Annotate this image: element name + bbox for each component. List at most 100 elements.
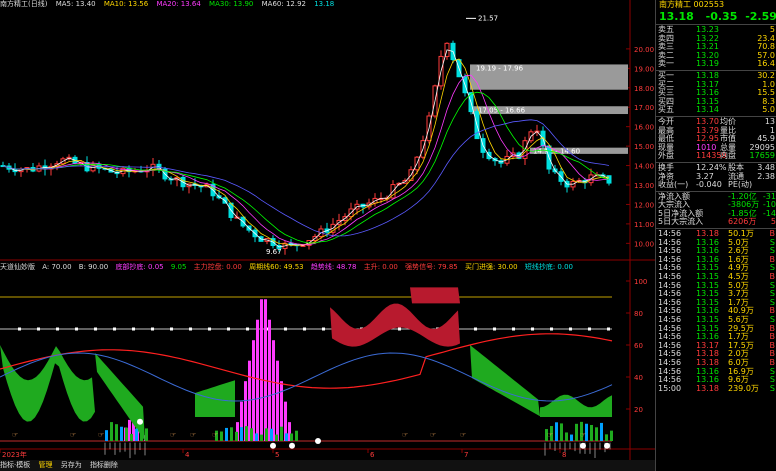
- ind-b: B: 90.00: [78, 263, 109, 271]
- signal-bar: [285, 433, 288, 441]
- ind-tick-label: 40: [634, 374, 643, 382]
- y-tick-label: 19.00: [634, 65, 654, 73]
- box-label-1: 19.19 - 17.96: [476, 64, 524, 72]
- stock-title: 南方精工 002553: [659, 0, 725, 9]
- y-tick-label: 12.00: [634, 201, 654, 209]
- stats-row: 外盘 114359 内盘 17659: [656, 152, 776, 161]
- hand-icon: ☞: [580, 431, 586, 439]
- signal-bar: [140, 432, 143, 441]
- signal-bar: [280, 426, 283, 441]
- ind-i7: 强势信号: 79.85: [405, 263, 458, 271]
- level-dot: [56, 327, 59, 331]
- y-tick-label: 17.00: [634, 104, 654, 112]
- tick-direction: S: [769, 383, 775, 393]
- kline-chart-area[interactable]: 20.00 19.00 18.00 17.00 16.00 15.00 14.00 13.00…: [0, 0, 655, 471]
- level-dot: [208, 327, 211, 331]
- bid-book: 买一 13.18 30.2 买二 13.17 1.0 买三 13.16 15.5 买四 13.15 8…: [656, 71, 776, 115]
- level-dot: [151, 327, 154, 331]
- pink-bar: [276, 360, 279, 441]
- ma60-legend: MA60: 12.92: [261, 0, 306, 8]
- signal-marker: [137, 418, 143, 425]
- tab-indicator-template[interactable]: 指标·模板: [0, 461, 30, 469]
- tab-save-as[interactable]: 另存为: [61, 461, 82, 469]
- signal-bar: [105, 430, 108, 441]
- red-band: [410, 287, 460, 304]
- ask-label: 卖一: [658, 59, 674, 69]
- level-dot: [607, 327, 610, 331]
- hand-icon: ☞: [460, 431, 466, 439]
- stat-value-2: 2.38: [757, 171, 775, 181]
- tick-list[interactable]: 14:56 13.18 50.1万 B 14:56 13.16 5.0万 S 14:56 13.1…: [656, 229, 776, 393]
- signal-bar: [255, 433, 258, 441]
- signal-bar: [240, 427, 243, 441]
- hand-icon: ☞: [402, 431, 408, 439]
- x-axis-label: 7: [464, 451, 468, 459]
- price-change: -0.35: [705, 10, 738, 23]
- tab-manage[interactable]: 管理: [38, 461, 52, 469]
- y-tick-label: 18.00: [634, 85, 654, 93]
- chart-title: 南方精工(日线): [0, 0, 48, 8]
- signal-bar: [120, 426, 123, 441]
- level-dot: [322, 327, 325, 331]
- pink-bar: [272, 340, 275, 441]
- signal-bar: [610, 430, 613, 441]
- price-change-pct: -2.59%: [745, 10, 776, 23]
- pink-bar: [260, 299, 263, 441]
- level-dot: [550, 327, 553, 331]
- stat-label: 收益(一): [658, 180, 689, 190]
- signal-bar: [110, 422, 113, 441]
- hand-icon: ☞: [170, 431, 176, 439]
- level-dot: [170, 327, 173, 331]
- ind-i1: 底部抄底: 0.05: [115, 263, 164, 271]
- ask-volume: 16.4: [757, 59, 775, 69]
- ma30-legend: MA30: 13.90: [209, 0, 254, 8]
- hand-icon: ☞: [430, 431, 436, 439]
- tab-delete-indicator[interactable]: 指标删除: [90, 461, 118, 469]
- signal-bar: [560, 423, 563, 441]
- stat-label-2: PE(动): [728, 180, 753, 190]
- level-dot: [493, 327, 496, 331]
- signal-bar: [135, 428, 138, 441]
- hand-icon: ☞: [190, 431, 196, 439]
- stat-value: -0.040: [696, 180, 722, 190]
- y-tick-label: 11.00: [634, 221, 654, 229]
- tick-price: 13.18: [696, 383, 719, 393]
- ma10-legend: MA10: 13.56: [103, 0, 149, 8]
- signal-bar: [230, 427, 233, 441]
- bottom-toolbar: 指标·模板 管理 另存为 指标删除: [0, 460, 655, 471]
- x-axis-label: 4: [185, 451, 190, 459]
- ind-tick-label: 20: [634, 406, 643, 414]
- level-dot: [246, 327, 249, 331]
- main-legend: 南方精工(日线) MA5: 13.40 MA10: 13.56 MA20: 13…: [0, 0, 340, 9]
- stat-value-2: 17659: [749, 151, 775, 161]
- indicator-legend: 天道仙妙版 A: 70.00 B: 90.00 底部抄底: 0.05 9.05 …: [0, 263, 578, 272]
- signal-bar: [290, 433, 293, 441]
- signal-bar: [270, 428, 273, 441]
- signal-bar: [125, 427, 128, 441]
- level-dot: [512, 327, 515, 331]
- price-header: 13.18 -0.35 -2.59%: [656, 10, 776, 23]
- price-chart[interactable]: 20.00 19.00 18.00 17.00 16.00 15.00 14.00 13.00…: [0, 0, 655, 460]
- signal-bar: [605, 434, 608, 441]
- signal-bar: [570, 434, 573, 441]
- stats2-row: 收益(一) -0.040 PE(动): [656, 180, 776, 190]
- y-tick-label: 20.00: [634, 46, 654, 54]
- quote-panel: 南方精工 002553 13.18 -0.35 -2.59% 卖五13.235卖…: [655, 0, 776, 471]
- ind-i8: 买门进强: 30.00: [464, 263, 518, 271]
- level-dot: [132, 327, 135, 331]
- pink-bar: [264, 299, 267, 441]
- level-dot: [37, 327, 40, 331]
- ind-tick-label: 80: [634, 310, 643, 318]
- signal-bar: [600, 422, 603, 441]
- extra-legend: 13.18: [314, 0, 335, 8]
- tick-volume: 239.0万: [728, 383, 759, 393]
- ask-book: 卖五 13.23 5 卖四 13.22 23.4 卖三 13.21 70.8 卖二 13.20 57.…: [656, 25, 776, 69]
- flow-value: 6206万: [728, 217, 757, 227]
- tick-time: 15:00: [658, 383, 682, 393]
- x-axis-label: 6: [370, 451, 375, 459]
- ma60-line: [2, 119, 610, 237]
- money-flow: 净流入额 -1.20亿 -31 大宗流入 -3806万 -10 5日净流入额 -1.85亿 -1…: [656, 192, 776, 227]
- x-axis-label: 8: [562, 451, 566, 459]
- ind-i4: 周期线60: 49.53: [249, 263, 304, 271]
- level-dot: [18, 327, 21, 331]
